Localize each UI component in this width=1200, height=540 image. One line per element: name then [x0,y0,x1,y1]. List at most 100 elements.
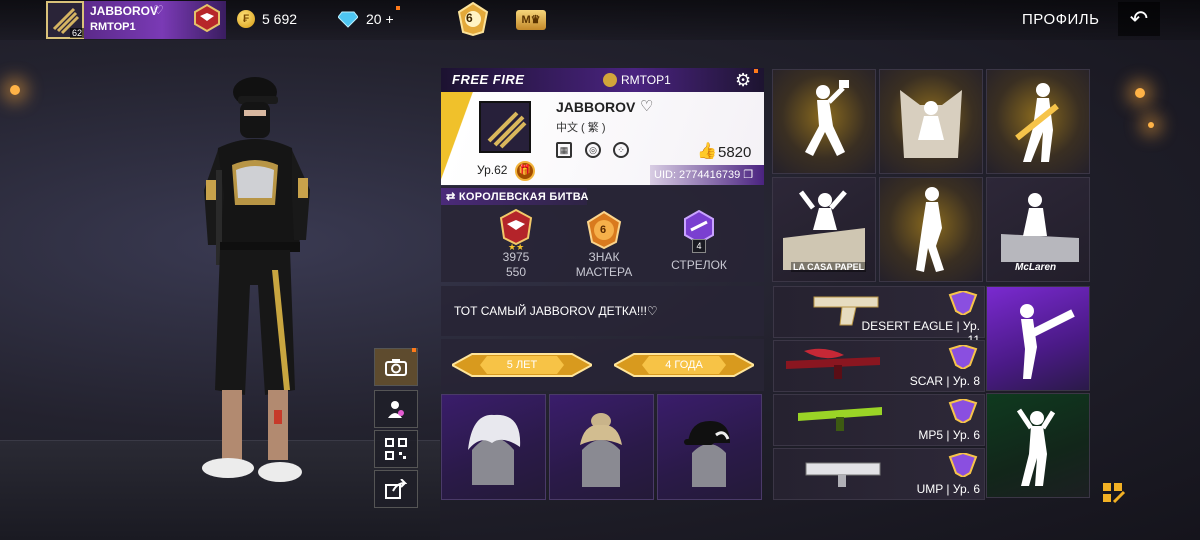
background-lamp [1135,88,1145,98]
player-character[interactable] [180,70,330,500]
weapon-rank-icon [948,453,978,477]
diamond-icon [338,11,358,28]
gear-icon[interactable]: ⚙ [735,70,751,91]
cap-item-black[interactable] [657,394,762,500]
calendar-icon[interactable]: ▦ [556,142,572,158]
uid-text[interactable]: UID: 2774416739 ❐ [654,168,753,181]
rank-badge-icon[interactable] [457,2,489,36]
sharpshooter-level-value: 4 [696,241,702,251]
edit-icon[interactable] [1102,482,1126,504]
weapon-label: SCAR | Ур. 8 [909,374,980,388]
mclaren-label: McLaren [1015,262,1057,273]
person-icon [388,401,404,418]
weapon-level: Ур. 6 [952,482,980,496]
notification-dot [754,69,758,73]
gift-icon[interactable]: 🎁 [515,161,535,181]
card-level: Ур.62 [477,163,508,177]
gold-coin-icon: ₣ [237,10,255,28]
sharpshooter-level: 4 [692,239,706,253]
back-arrow-icon: ↶ [1129,6,1149,31]
rank2-line1: ЗНАК [588,250,620,264]
battle-royale-title[interactable]: ⇄ КОРОЛЕВСКАЯ БИТВА [446,190,589,203]
black-cap-icon [684,421,730,487]
gun-pose-emote-icon [1015,83,1059,162]
weapon-label: UMP | Ур. 6 [916,482,980,496]
card-player-name: JABBOROV [556,99,636,115]
heart-icon[interactable]: ♡ [153,3,164,17]
svg-text:★★: ★★ [508,242,524,250]
weapon-name: DESERT EAGLE [861,319,954,333]
kick-emote-icon [1020,304,1075,379]
likes-count: 5820 [718,144,752,161]
guild-name[interactable]: RMTOP1 [621,73,671,87]
weapon-ump[interactable]: UMP | Ур. 6 [773,448,985,500]
player-name: JABBOROV [90,4,159,18]
back-button[interactable]: ↶ [1118,2,1160,36]
rank2-line2: МАСТЕРА [575,265,633,279]
weapon-name: UMP [916,482,944,496]
veteran-badge-4-years-label: 4 ГОДА [665,359,703,371]
emote-slot-2[interactable] [879,69,983,174]
signature-text: ТОТ САМЫЙ JABBOROV ДЕТКА!!!♡ [454,304,658,318]
screenshot-button[interactable] [374,348,418,386]
weapon-desert-eagle[interactable]: DESERT EAGLE | Ур. 11 [773,286,985,347]
topup-plus-icon[interactable]: + [385,11,393,27]
card-avatar[interactable] [479,101,531,153]
claw-icon [481,103,529,151]
camera-icon [385,359,407,376]
notification-dot [396,6,400,10]
background-lamp [10,85,20,95]
emote-slot-5[interactable] [879,177,983,282]
rank1-line1: 3975 [502,250,530,264]
weapon-rank-icon [948,291,978,315]
copy-icon[interactable]: ❐ [743,169,753,181]
weapon-mp5[interactable]: MP5 | Ур. 6 [773,394,985,446]
blonde-hair-icon [580,413,622,487]
weapon-rank-icon [948,399,978,423]
hair-item-white[interactable] [441,394,546,500]
background-lamp [1148,122,1154,128]
notification-dot [412,348,416,352]
elite-pass-icon[interactable]: M♛ [516,10,546,30]
thumbs-up-icon[interactable]: 👍 [697,141,717,161]
player-guild: RMTOP1 [90,21,136,33]
coins-count: 5 692 [262,11,298,27]
heroic-rank-icon[interactable]: ★★ [498,208,534,250]
qr-code-button[interactable] [374,430,418,468]
page-title: ПРОФИЛЬ [1022,11,1100,28]
jumping-emote-icon [916,187,944,272]
emote-slot-3[interactable] [986,69,1090,174]
diamonds-count[interactable]: 20 + [366,11,394,27]
battle-royale-label: КОРОЛЕВСКАЯ БИТВА [458,191,589,203]
weapon-rank-icon [948,345,978,369]
weapon-level: Ур. 6 [952,428,980,442]
heart-icon[interactable]: ♡ [640,97,653,115]
throne-emote-icon [900,90,962,158]
free-fire-logo: FREE FIRE [452,72,525,87]
rank3-line1: СТРЕЛОК [671,258,727,272]
veteran-badge-5-years-label: 5 ЛЕТ [506,359,538,371]
hair-item-blonde[interactable] [549,394,654,500]
avatar-level: 62 [70,28,85,38]
emote-slot-7[interactable] [986,286,1090,391]
diamonds-value: 20 [366,11,382,27]
group-icon[interactable]: ⁘ [613,142,629,158]
emote-slot-4[interactable]: LA CASA PAPEL [772,177,876,282]
outfit-button[interactable] [374,390,418,428]
card-language: 中文 ( 繁 ) [556,122,606,134]
la-casa-de-papel-label: LA CASA PAPEL [791,262,867,272]
emote-slot-1[interactable] [772,69,876,174]
rank1-line2: 550 [505,265,527,279]
share-button[interactable] [374,470,418,508]
swap-icon: ⇄ [446,191,456,203]
weapon-level: Ур. 8 [952,374,980,388]
emote-slot-6[interactable]: McLaren [986,177,1090,282]
gamepad-icon[interactable]: ◎ [585,142,601,158]
uid-value: UID: 2774416739 [654,169,741,181]
rank-badge-number: 6 [466,11,473,25]
weapon-label: MP5 | Ур. 6 [918,428,980,442]
weapon-scar[interactable]: SCAR | Ур. 8 [773,340,985,392]
guild-badge-icon [194,3,220,33]
dance-emote-icon [1016,408,1056,486]
emote-slot-8[interactable] [986,393,1090,498]
